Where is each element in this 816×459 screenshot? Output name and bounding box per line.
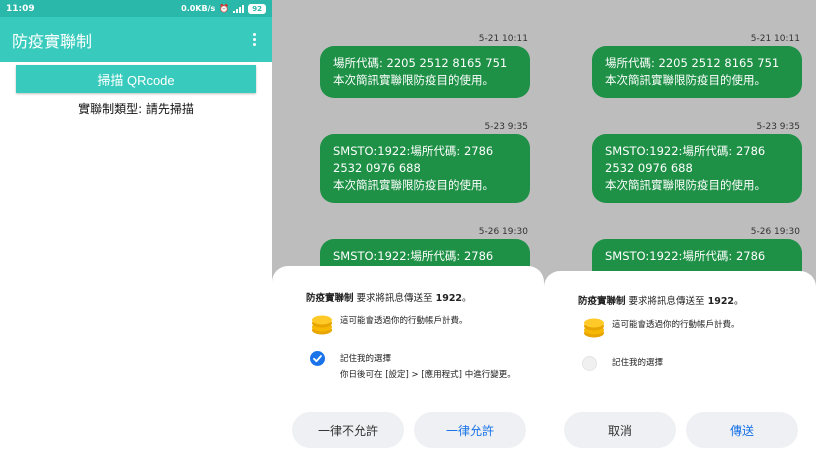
message-timestamp: 5-21 10:11 [478,34,528,44]
message-line: 場所代碼: 2205 2512 8165 751 [605,56,780,70]
remember-checkbox-checked[interactable] [310,351,325,366]
recipient-number: 1922 [707,296,735,307]
request-text: 防疫實聯制 要求將訊息傳送至 1922。 [306,290,472,304]
remember-choice-label: 記住我的選擇 [612,358,664,368]
sms-permission-screen-2: 5-21 10:11 場所代碼: 2205 2512 8165 751 本次簡訊… [544,0,816,459]
cancel-button[interactable]: 取消 [564,412,676,448]
message-line: SMSTO:1922:場所代碼: 2786 [605,144,766,158]
alarm-icon: ⏰ [219,4,230,13]
status-right: 0.0KB/s ⏰ 92 [181,3,266,14]
request-phrase: 要求將訊息傳送至 [356,293,433,304]
message-bubble: SMSTO:1922:場所代碼: 2786 2532 0976 688 本次簡訊… [320,134,530,203]
always-allow-button[interactable]: 一律允許 [414,412,526,448]
requesting-app-name: 防疫實聯制 [578,296,626,307]
message-line: 本次簡訊實聯限防疫目的使用。 [333,73,494,87]
message-bubble: 場所代碼: 2205 2512 8165 751 本次簡訊實聯限防疫目的使用。 [320,46,530,98]
battery-icon: 92 [248,3,266,14]
message-timestamp: 5-26 19:30 [750,227,800,237]
checkin-type-label: 實聯制類型: 請先掃描 [78,102,194,116]
message-line: SMSTO:1922:場所代碼: 2786 [605,249,766,263]
request-text: 防疫實聯制 要求將訊息傳送至 1922。 [578,293,744,307]
scan-qrcode-button[interactable]: 掃描 QRcode [16,65,256,93]
requesting-app-name: 防疫實聯制 [306,293,354,304]
message-line: 本次簡訊實聯限防疫目的使用。 [333,178,494,192]
always-deny-button[interactable]: 一律不允許 [292,412,404,448]
message-line: 本次簡訊實聯限防疫目的使用。 [605,178,766,192]
status-bar: 11:09 0.0KB/s ⏰ 92 [0,0,272,17]
message-timestamp: 5-23 9:35 [756,122,801,132]
network-speed: 0.0KB/s [181,4,216,13]
settings-hint: 你日後可在 [設定] > [應用程式] 中進行變更。 [340,370,516,380]
status-time: 11:09 [6,3,35,14]
message-line: 場所代碼: 2205 2512 8165 751 [333,56,508,70]
sms-permission-screen-1: 5-21 10:11 場所代碼: 2205 2512 8165 751 本次簡訊… [272,0,544,459]
coins-icon [312,315,332,335]
coins-icon [584,318,604,338]
message-timestamp: 5-26 19:30 [478,227,528,237]
message-bubble: SMSTO:1922:場所代碼: 2786 2532 0976 688 本次簡訊… [592,134,802,203]
message-line: 本次簡訊實聯限防疫目的使用。 [605,73,766,87]
message-bubble: 場所代碼: 2205 2512 8165 751 本次簡訊實聯限防疫目的使用。 [592,46,802,98]
send-button[interactable]: 傳送 [686,412,798,448]
message-line: SMSTO:1922:場所代碼: 2786 [333,249,494,263]
request-suffix: 。 [462,293,472,304]
message-timestamp: 5-21 10:11 [750,34,800,44]
send-confirm-sheet: 防疫實聯制 要求將訊息傳送至 1922。 這可能會透過你的行動帳戶計費。 記住我… [544,271,816,459]
remember-checkbox-unchecked[interactable] [582,356,597,371]
recipient-number: 1922 [435,293,463,304]
charge-notice: 這可能會透過你的行動帳戶計費。 [340,316,468,326]
message-line: 2532 0976 688 [605,161,693,175]
remember-choice-label: 記住我的選擇 [340,354,392,364]
app-title: 防疫實聯制 [12,31,93,51]
signal-icon [233,4,245,13]
app-screen: 11:09 0.0KB/s ⏰ 92 防疫實聯制 掃描 QRcode 實聯制類型… [0,0,272,459]
overflow-menu-icon[interactable] [249,29,260,50]
app-bar: 防疫實聯制 [0,17,272,62]
request-suffix: 。 [734,296,744,307]
message-timestamp: 5-23 9:35 [484,122,529,132]
message-line: SMSTO:1922:場所代碼: 2786 [333,144,494,158]
charge-notice: 這可能會透過你的行動帳戶計費。 [612,320,740,330]
request-phrase: 要求將訊息傳送至 [628,296,705,307]
message-line: 2532 0976 688 [333,161,421,175]
permission-sheet: 防疫實聯制 要求將訊息傳送至 1922。 這可能會透過你的行動帳戶計費。 記住我… [272,266,544,459]
